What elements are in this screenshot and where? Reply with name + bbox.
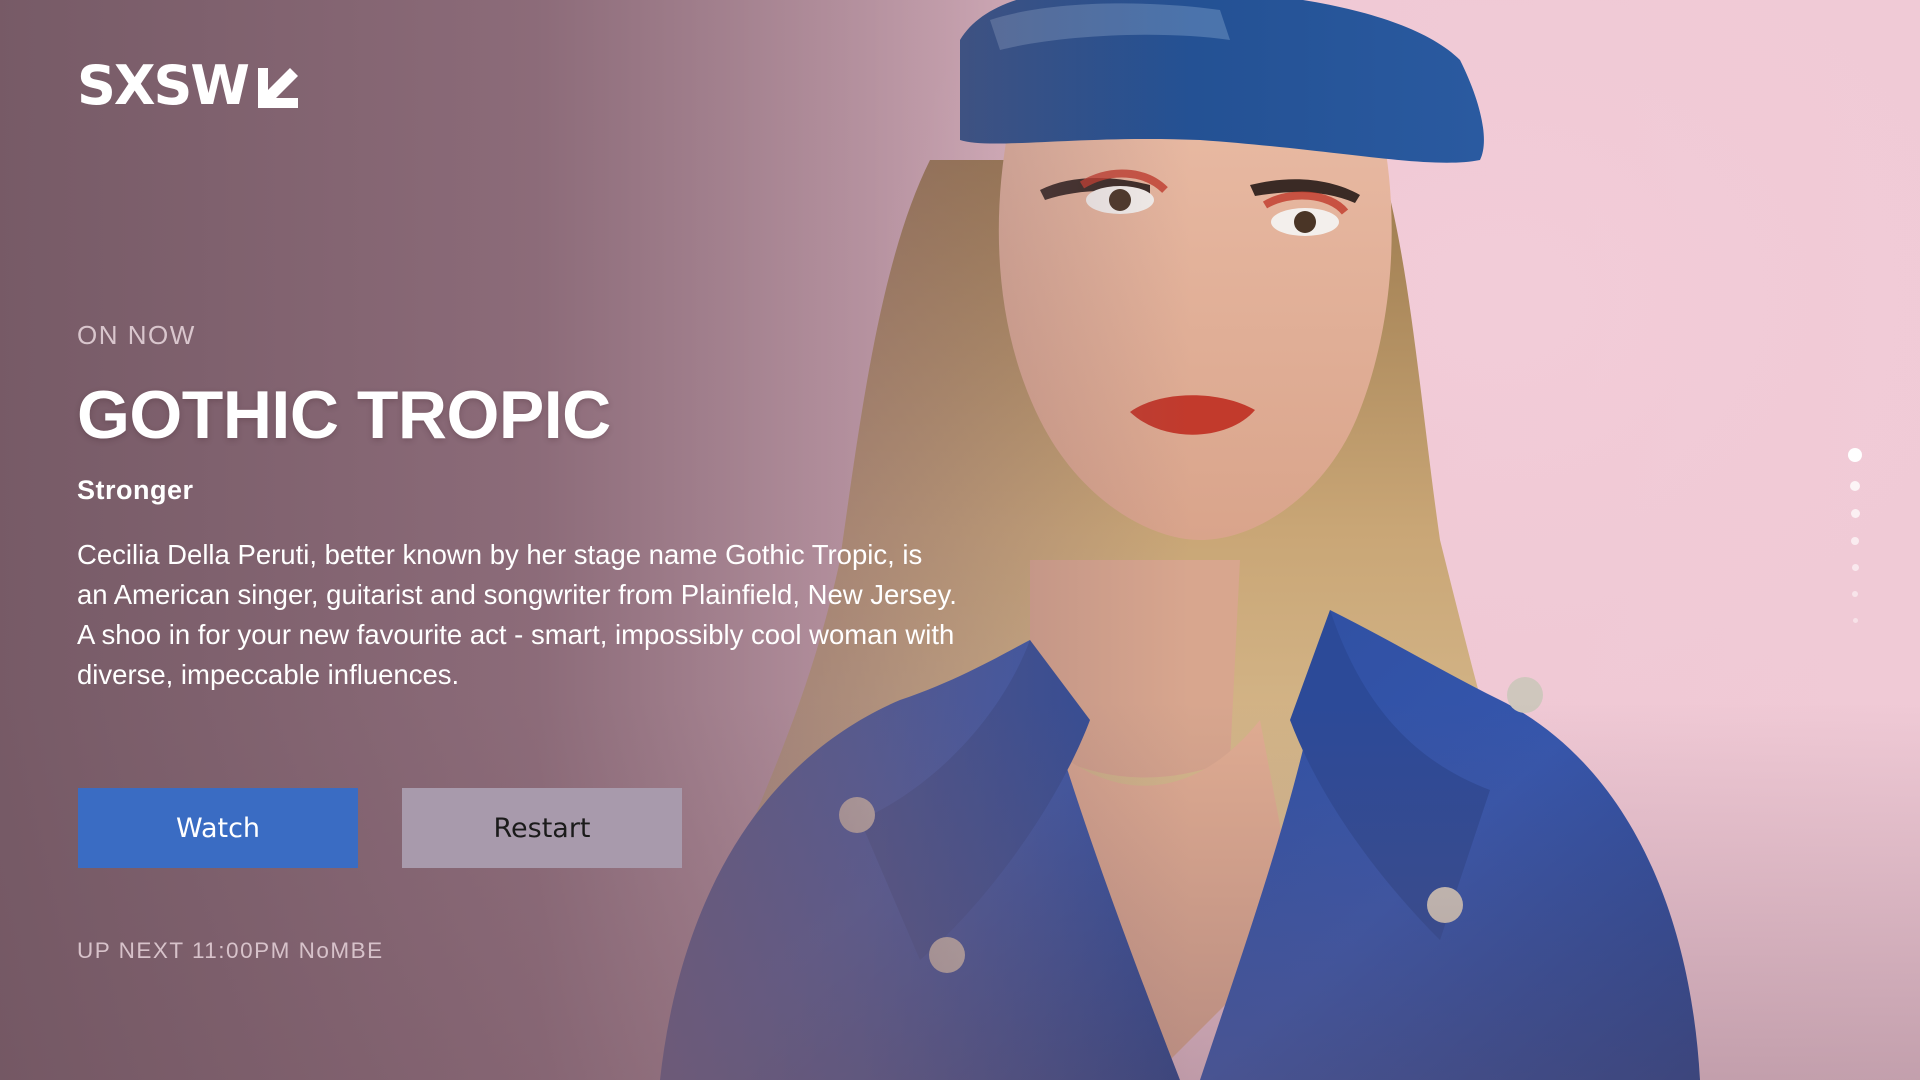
logo-wordmark: SXSW bbox=[77, 54, 250, 117]
page-dot[interactable] bbox=[1852, 591, 1858, 597]
restart-button[interactable]: Restart bbox=[402, 788, 682, 868]
page-dot[interactable] bbox=[1851, 537, 1859, 545]
up-next-label: UP NEXT 11:00PM NoMBE bbox=[77, 938, 384, 963]
page-dot[interactable] bbox=[1850, 481, 1860, 491]
show-title: GOTHIC TROPIC bbox=[77, 377, 611, 453]
show-description: Cecilia Della Peruti, better known by he… bbox=[77, 539, 957, 690]
hero-screen: SXSW ON NOW GOTHIC TROPIC Stronger Cecil… bbox=[0, 0, 1920, 1080]
on-now-label: ON NOW bbox=[77, 320, 196, 350]
episode-subtitle: Stronger bbox=[77, 475, 194, 505]
arrow-down-left-icon bbox=[257, 68, 298, 108]
page-dot[interactable] bbox=[1851, 564, 1859, 571]
sxsw-logo: SXSW bbox=[77, 58, 302, 114]
page-dot[interactable] bbox=[1850, 509, 1860, 518]
page-dot-active[interactable] bbox=[1848, 448, 1862, 462]
page-dot[interactable] bbox=[1852, 618, 1858, 623]
watch-button[interactable]: Watch bbox=[78, 788, 358, 868]
